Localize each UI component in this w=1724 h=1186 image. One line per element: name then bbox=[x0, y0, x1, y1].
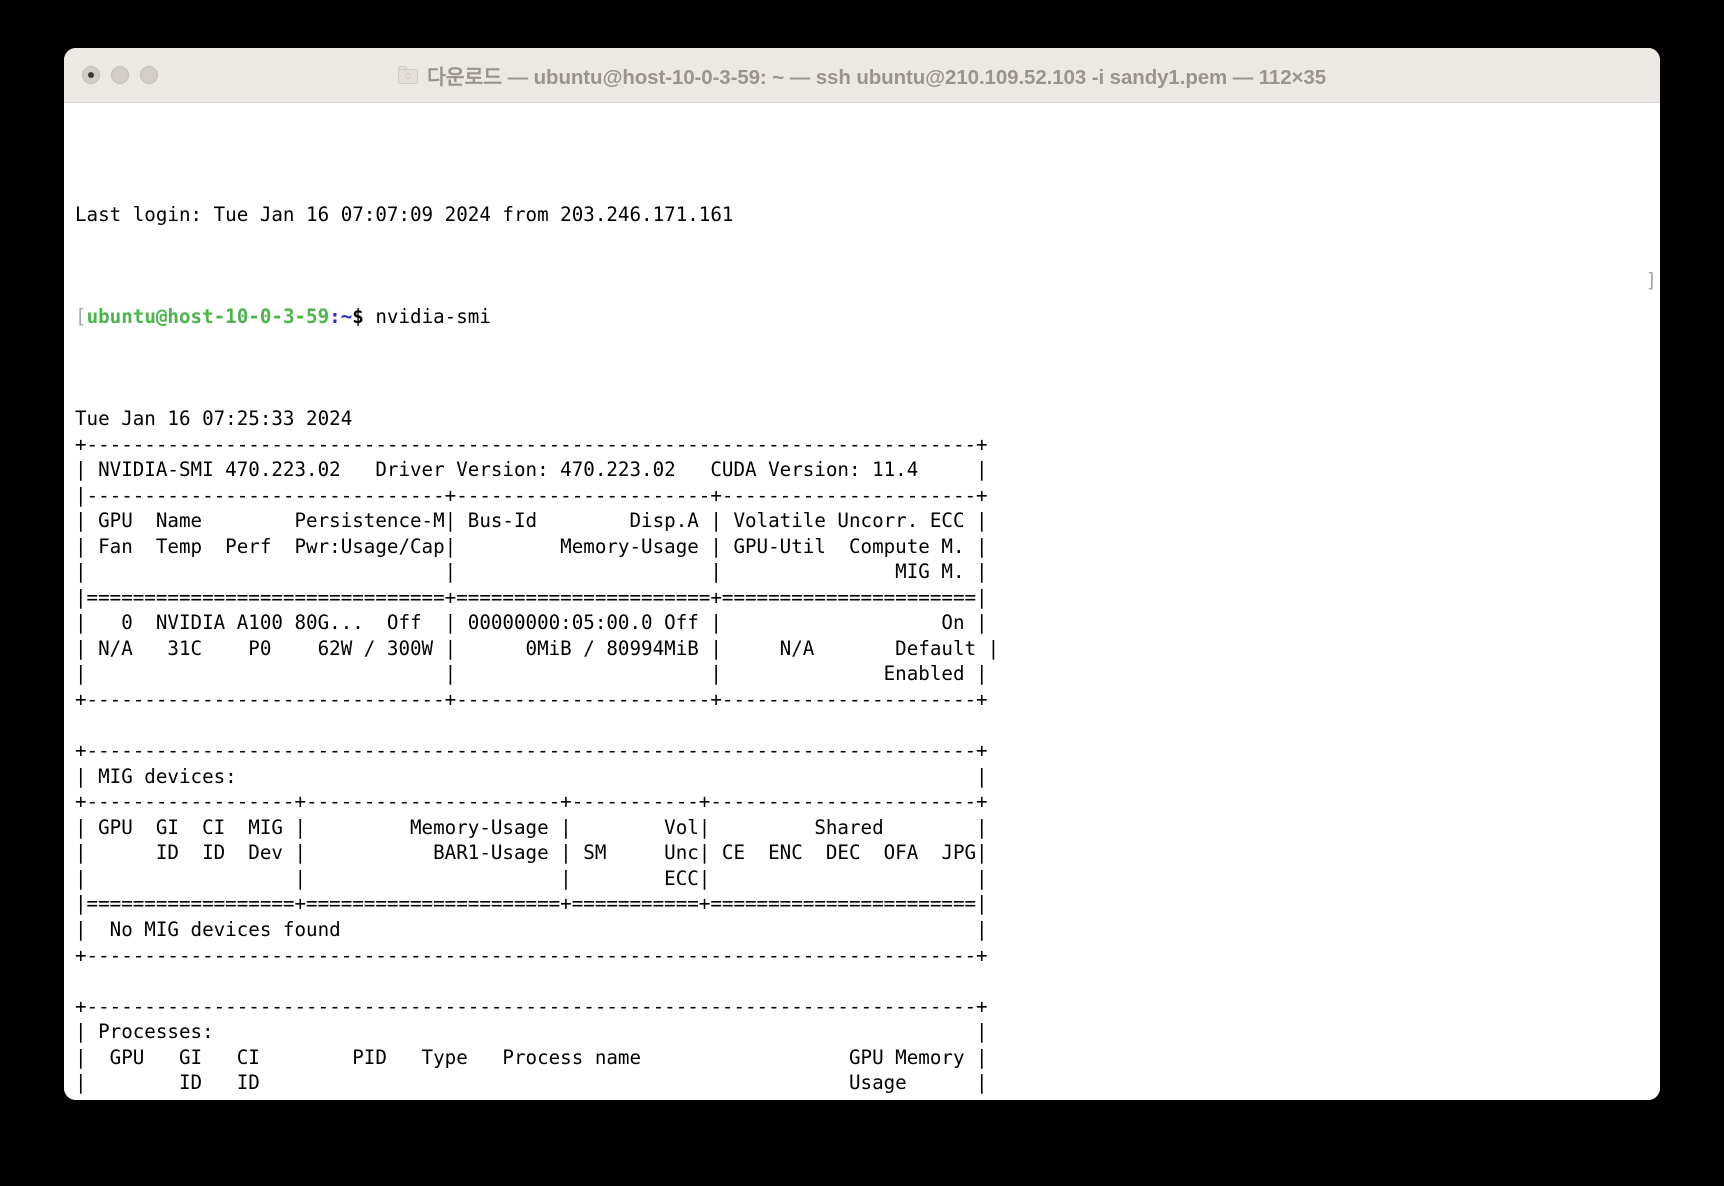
desktop-background: 다운로드 — ubuntu@host-10-0-3-59: ~ — ssh ub… bbox=[0, 0, 1724, 1186]
terminal-output-line: | GPU GI CI PID Type Process name GPU Me… bbox=[75, 1045, 988, 1069]
terminal-output-line: |===============================+=======… bbox=[75, 585, 988, 609]
close-button[interactable] bbox=[82, 66, 100, 84]
terminal-output-line: +---------------------------------------… bbox=[75, 739, 988, 763]
prompt-sigil: $ bbox=[352, 304, 376, 328]
typed-command: nvidia-smi bbox=[375, 304, 491, 328]
terminal-output-line: | 0 NVIDIA A100 80G... Off | 00000000:05… bbox=[75, 611, 988, 635]
zoom-button[interactable] bbox=[140, 66, 158, 84]
terminal-output-line: | MIG devices: | bbox=[75, 764, 988, 788]
terminal-window: 다운로드 — ubuntu@host-10-0-3-59: ~ — ssh ub… bbox=[64, 48, 1660, 1100]
terminal-output-line: | | | ECC| | bbox=[75, 866, 988, 890]
prompt-user-host: ubuntu@host-10-0-3-59 bbox=[86, 304, 330, 328]
terminal-output-line: Tue Jan 16 07:25:33 2024 bbox=[75, 407, 353, 431]
terminal-output-line: | ID ID Dev | BAR1-Usage | SM Unc| CE EN… bbox=[75, 841, 988, 865]
terminal-output-line: |-------------------------------+-------… bbox=[75, 483, 988, 507]
wrapped-close-bracket: ] bbox=[1645, 269, 1657, 292]
terminal-output-line: +-------------------------------+-------… bbox=[75, 688, 988, 712]
prompt-path: :~ bbox=[329, 304, 353, 328]
folder-icon bbox=[397, 66, 418, 84]
terminal-text: Last login: Tue Jan 16 07:07:09 2024 fro… bbox=[64, 125, 1660, 1100]
terminal-output-line: |==================+====================… bbox=[75, 892, 988, 916]
terminal-output-line: | GPU Name Persistence-M| Bus-Id Disp.A … bbox=[75, 509, 988, 533]
terminal-output-line: | GPU GI CI MIG | Memory-Usage | Vol| Sh… bbox=[75, 815, 988, 839]
terminal-output-line: | | | Enabled | bbox=[75, 662, 988, 686]
terminal-output-line: | N/A 31C P0 62W / 300W | 0MiB / 80994Mi… bbox=[75, 636, 1000, 660]
minimize-button[interactable] bbox=[111, 66, 129, 84]
window-title-group: 다운로드 — ubuntu@host-10-0-3-59: ~ — ssh ub… bbox=[64, 60, 1660, 90]
terminal-output-line: | ID ID Usage | bbox=[75, 1071, 988, 1095]
terminal-output-line: | Fan Temp Perf Pwr:Usage/Cap| Memory-Us… bbox=[75, 534, 988, 558]
terminal-content-area[interactable]: Last login: Tue Jan 16 07:07:09 2024 fro… bbox=[64, 103, 1660, 1100]
nvidia-smi-output: Tue Jan 16 07:25:33 2024 +---------------… bbox=[75, 406, 1660, 1100]
window-titlebar[interactable]: 다운로드 — ubuntu@host-10-0-3-59: ~ — ssh ub… bbox=[64, 48, 1660, 103]
terminal-output-line: +---------------------------------------… bbox=[75, 432, 988, 456]
terminal-line-prompt-command: [ubuntu@host-10-0-3-59:~$ nvidia-smi bbox=[75, 304, 1660, 330]
terminal-output-line: +---------------------------------------… bbox=[75, 943, 988, 967]
terminal-output-line: | No MIG devices found | bbox=[75, 917, 988, 941]
window-title: 다운로드 — ubuntu@host-10-0-3-59: ~ — ssh ub… bbox=[426, 66, 1327, 89]
terminal-line-last-login: Last login: Tue Jan 16 07:07:09 2024 fro… bbox=[75, 202, 734, 226]
terminal-output-line: |=======================================… bbox=[75, 1096, 1660, 1100]
terminal-output-line: | | | MIG M. | bbox=[75, 560, 988, 584]
terminal-output-line: +------------------+--------------------… bbox=[75, 790, 988, 814]
terminal-output-line: | Processes: | bbox=[75, 1020, 988, 1044]
terminal-output-line: | NVIDIA-SMI 470.223.02 Driver Version: … bbox=[75, 458, 988, 482]
terminal-output-line: +---------------------------------------… bbox=[75, 994, 988, 1018]
window-controls bbox=[82, 48, 158, 102]
prompt-open-bracket: [ bbox=[75, 304, 87, 328]
